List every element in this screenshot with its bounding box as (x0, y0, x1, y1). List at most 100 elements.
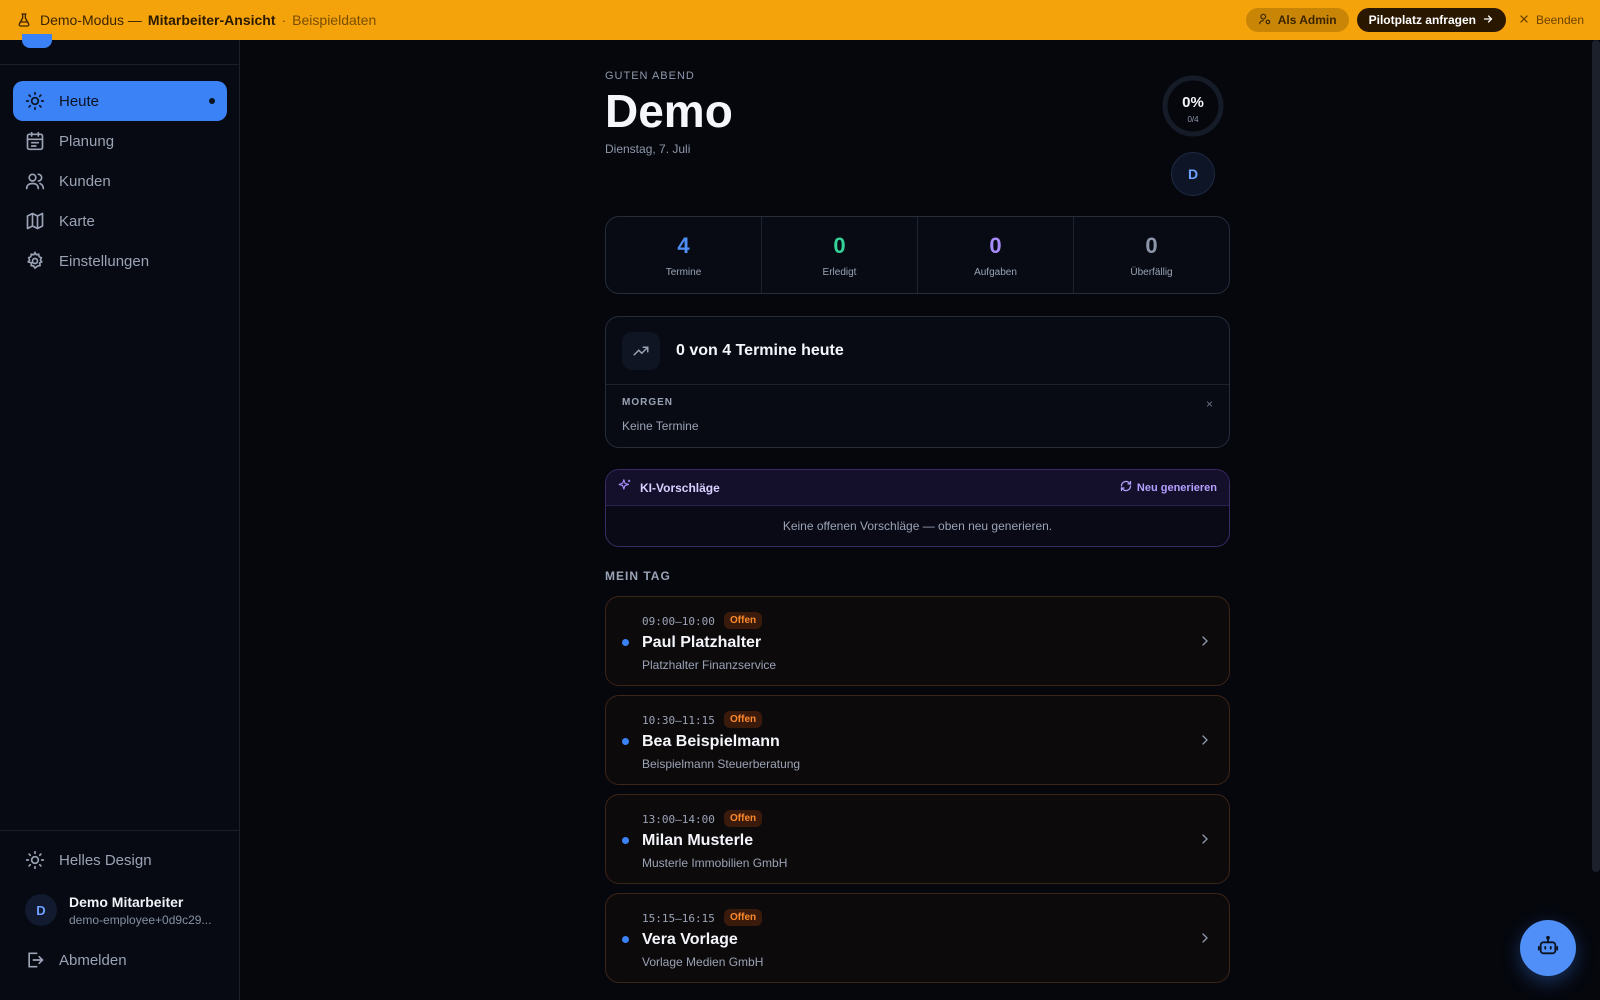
progress-fraction: 0/4 (1187, 115, 1199, 124)
ai-suggestions-card: KI-Vorschläge Neu generieren Keine offen… (605, 469, 1230, 547)
stat-termine[interactable]: 4 Termine (606, 217, 762, 293)
logout-label: Abmelden (59, 951, 127, 969)
appointment-card[interactable]: 10:30–11:15 Offen Bea Beispielmann Beisp… (605, 695, 1230, 785)
sidebar-item-planung[interactable]: Planung (13, 121, 227, 161)
assistant-bot-button[interactable] (1520, 920, 1576, 976)
status-badge: Offen (724, 810, 763, 827)
day-progress-title: 0 von 4 Termine heute (676, 341, 844, 359)
status-badge: Offen (724, 612, 763, 629)
customer-name: Bea Beispielmann (642, 733, 780, 750)
stat-value: 4 (677, 232, 690, 258)
my-day-title: MEIN TAG (605, 569, 671, 583)
stat-ueberfaellig[interactable]: 0 Überfällig (1074, 217, 1229, 293)
appointment-card[interactable]: 09:00–10:00 Offen Paul Platzhalter Platz… (605, 596, 1230, 686)
demo-banner: Demo-Modus — Mitarbeiter-Ansicht · Beisp… (0, 0, 1600, 40)
sidebar-item-label: Karte (59, 212, 95, 230)
gear-icon (25, 251, 45, 271)
as-admin-label: Als Admin (1277, 13, 1337, 27)
customer-name: Paul Platzhalter (642, 634, 762, 651)
chevron-right-icon (1197, 930, 1213, 946)
stats-card: 4 Termine 0 Erledigt 0 Aufgaben 0 Überfä… (605, 216, 1230, 294)
chevron-right-icon (1197, 732, 1213, 748)
status-dot (622, 936, 629, 943)
sidebar-item-heute[interactable]: Heute (13, 81, 227, 121)
as-admin-button[interactable]: Als Admin (1245, 8, 1349, 32)
user-profile[interactable]: D Demo Mitarbeiter demo-employee+0d9c29.… (13, 880, 227, 940)
sidebar-nav: Heute Planung Kunden Karte Einstellungen (13, 81, 227, 281)
flask-icon (16, 12, 32, 28)
request-pilot-button[interactable]: Pilotplatz anfragen (1356, 8, 1506, 32)
regenerate-label: Neu generieren (1136, 481, 1217, 494)
greeting: GUTEN ABEND (605, 70, 695, 82)
end-demo-label: Beenden (1535, 13, 1584, 27)
company-name: Musterle Immobilien GmbH (642, 856, 788, 870)
avatar[interactable]: D (1171, 152, 1215, 196)
sample-data-label: Beispieldaten (292, 12, 377, 28)
stat-label: Termine (665, 266, 702, 278)
status-dot (622, 837, 629, 844)
chevron-right-icon (1197, 633, 1213, 649)
sidebar: Heute Planung Kunden Karte Einstellungen… (0, 34, 240, 1000)
sun-icon (25, 91, 45, 111)
appointment-card[interactable]: 13:00–14:00 Offen Milan Musterle Musterl… (605, 794, 1230, 884)
refresh-icon (1120, 480, 1132, 495)
sidebar-item-einstellungen[interactable]: Einstellungen (13, 241, 227, 281)
banner-separator: · (281, 12, 287, 28)
company-name: Platzhalter Finanzservice (642, 658, 777, 672)
stat-label: Aufgaben (974, 266, 1017, 278)
logout-button[interactable]: Abmelden (13, 940, 227, 980)
close-icon[interactable]: × (1206, 397, 1213, 411)
appointment-time: 15:15–16:15 (642, 912, 715, 925)
sun-icon (25, 850, 45, 870)
ai-suggestions-empty: Keine offenen Vorschläge — oben neu gene… (782, 519, 1053, 533)
theme-toggle-label: Helles Design (59, 851, 152, 869)
active-indicator-dot (209, 98, 215, 104)
sidebar-item-karte[interactable]: Karte (13, 201, 227, 241)
map-icon (25, 211, 45, 231)
page-title: Demo (605, 85, 733, 137)
status-dot (622, 738, 629, 745)
tomorrow-label: MORGEN (622, 397, 673, 408)
stat-value: 0 (989, 232, 1002, 258)
appointment-time: 10:30–11:15 (642, 714, 715, 727)
end-demo-button[interactable]: Beenden (1518, 13, 1584, 28)
stat-value: 0 (1145, 232, 1158, 258)
sidebar-item-kunden[interactable]: Kunden (13, 161, 227, 201)
sidebar-item-label: Heute (59, 92, 100, 110)
tomorrow-section: MORGEN Keine Termine × (606, 385, 1229, 445)
current-date: Dienstag, 7. Juli (605, 142, 691, 156)
customer-name: Vera Vorlage (642, 931, 738, 948)
sparkles-icon (618, 478, 632, 497)
sidebar-item-label: Kunden (59, 172, 111, 190)
close-icon (1518, 13, 1530, 28)
avatar: D (25, 894, 57, 926)
status-dot (622, 639, 629, 646)
stat-label: Überfällig (1130, 266, 1173, 278)
user-switch-icon (1258, 12, 1272, 29)
stat-erledigt[interactable]: 0 Erledigt (762, 217, 918, 293)
company-name: Vorlage Medien GmbH (642, 955, 764, 969)
scrollbar[interactable] (1592, 40, 1600, 872)
view-label: Mitarbeiter-Ansicht (147, 12, 276, 28)
sidebar-footer: Helles Design D Demo Mitarbeiter demo-em… (13, 840, 227, 980)
sidebar-item-label: Planung (59, 132, 115, 150)
sidebar-divider (0, 64, 240, 65)
appointment-time: 09:00–10:00 (642, 615, 715, 628)
tomorrow-empty: Keine Termine (622, 419, 699, 433)
users-icon (25, 171, 45, 191)
bot-icon (1537, 935, 1559, 962)
stat-value: 0 (833, 232, 846, 258)
trending-up-icon (622, 331, 660, 370)
appointment-card[interactable]: 15:15–16:15 Offen Vera Vorlage Vorlage M… (605, 893, 1230, 983)
regenerate-button[interactable]: Neu generieren (1120, 480, 1217, 495)
calendar-icon (25, 131, 45, 151)
progress-percent: 0% (1182, 94, 1204, 111)
user-name: Demo Mitarbeiter (69, 893, 184, 910)
stat-label: Erledigt (822, 266, 857, 278)
customer-name: Milan Musterle (642, 832, 754, 849)
appointment-time: 13:00–14:00 (642, 813, 715, 826)
stat-aufgaben[interactable]: 0 Aufgaben (918, 217, 1074, 293)
theme-toggle[interactable]: Helles Design (13, 840, 227, 880)
sidebar-item-label: Einstellungen (59, 252, 150, 270)
app-logo[interactable] (22, 34, 52, 48)
